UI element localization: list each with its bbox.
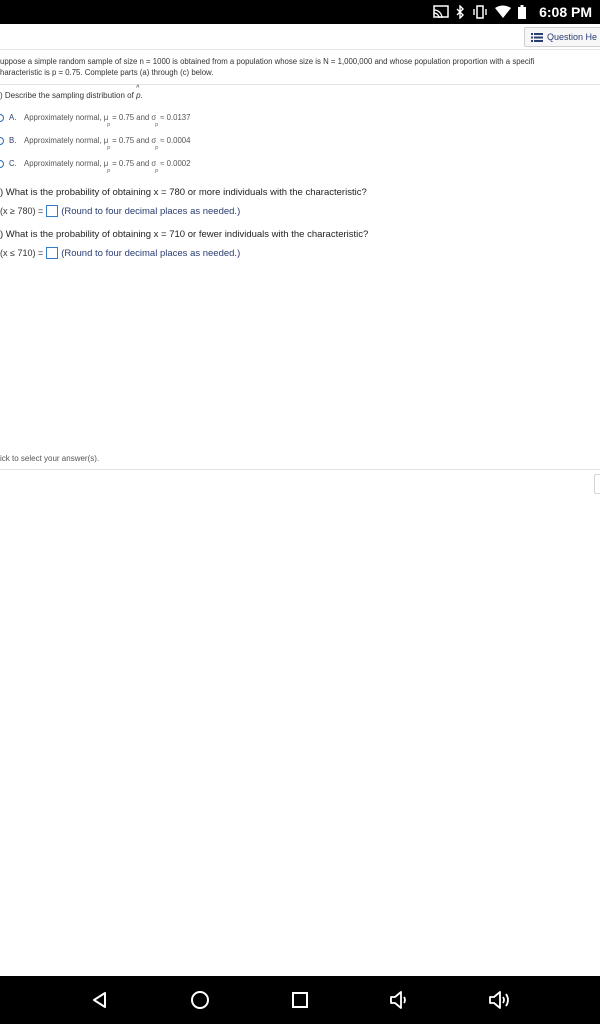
question-toolbar: Question He	[0, 24, 600, 48]
status-time: 6:08 PM	[539, 4, 592, 20]
question-help-button[interactable]: Question He	[524, 27, 600, 47]
side-panel-handle[interactable]	[594, 474, 600, 494]
vibrate-icon	[473, 5, 487, 19]
radio-option-b[interactable]	[0, 137, 4, 145]
recents-icon	[292, 992, 308, 1008]
back-button[interactable]	[88, 988, 112, 1012]
part-c-answer-input[interactable]	[46, 247, 59, 259]
volume-up-icon	[489, 991, 509, 1009]
radio-option-c[interactable]	[0, 160, 4, 168]
problem-statement: uppose a simple random sample of size n …	[0, 56, 600, 78]
divider	[0, 84, 600, 85]
option-letter: C.	[9, 159, 17, 168]
problem-line-2: haracteristic is p = 0.75. Complete part…	[0, 68, 214, 77]
volume-down-button[interactable]	[388, 988, 412, 1012]
home-button[interactable]	[188, 988, 212, 1012]
part-b-answer-input[interactable]	[46, 205, 59, 217]
back-icon	[93, 992, 106, 1008]
part-c-question: ) What is the probability of obtaining x…	[0, 229, 369, 240]
wifi-icon	[495, 5, 512, 18]
volume-down-icon	[390, 991, 406, 1009]
option-c[interactable]: C. Approximately normal, μp = 0.75 and σ…	[0, 159, 191, 174]
option-text: Approximately normal, μp = 0.75 and σp ≈…	[24, 136, 191, 151]
part-b-answer-label: (x ≥ 780) =	[0, 206, 44, 216]
part-c-answer-row: (x ≤ 710) = (Round to four decimal place…	[0, 247, 240, 259]
home-icon	[191, 991, 209, 1009]
option-text: Approximately normal, μp = 0.75 and σp ≈…	[24, 159, 191, 174]
recents-button[interactable]	[288, 988, 312, 1012]
part-c-hint: (Round to four decimal places as needed.…	[61, 247, 241, 259]
part-c-answer-label: (x ≤ 710) =	[0, 248, 44, 258]
status-bar: 6:08 PM	[0, 0, 600, 24]
part-b-question: ) What is the probability of obtaining x…	[0, 187, 367, 198]
p-hat-symbol: p	[136, 85, 140, 100]
battery-icon	[518, 5, 527, 19]
option-letter: B.	[9, 136, 17, 145]
option-text: Approximately normal, μp = 0.75 and σp ≈…	[24, 113, 191, 128]
divider	[0, 49, 600, 50]
option-b[interactable]: B. Approximately normal, μp = 0.75 and σ…	[0, 136, 191, 151]
volume-up-button[interactable]	[488, 988, 512, 1012]
cast-icon	[433, 5, 449, 19]
option-a[interactable]: A. Approximately normal, μp = 0.75 and σ…	[0, 113, 191, 128]
problem-line-1: uppose a simple random sample of size n …	[0, 57, 535, 66]
part-a-title-text: ) Describe the sampling distribution of	[0, 91, 134, 100]
part-a-title: ) Describe the sampling distribution of …	[0, 85, 143, 100]
part-b-hint: (Round to four decimal places as needed.…	[61, 205, 241, 217]
navigation-bar	[0, 976, 600, 1024]
divider	[0, 469, 600, 470]
status-icons: 6:08 PM	[433, 0, 592, 24]
question-help-label: Question He	[547, 32, 598, 42]
part-b-answer-row: (x ≥ 780) = (Round to four decimal place…	[0, 205, 240, 217]
list-icon	[531, 32, 543, 42]
option-letter: A.	[9, 113, 17, 122]
select-answer-note: ick to select your answer(s).	[0, 454, 100, 463]
bluetooth-icon	[456, 5, 465, 19]
radio-option-a[interactable]	[0, 114, 4, 122]
